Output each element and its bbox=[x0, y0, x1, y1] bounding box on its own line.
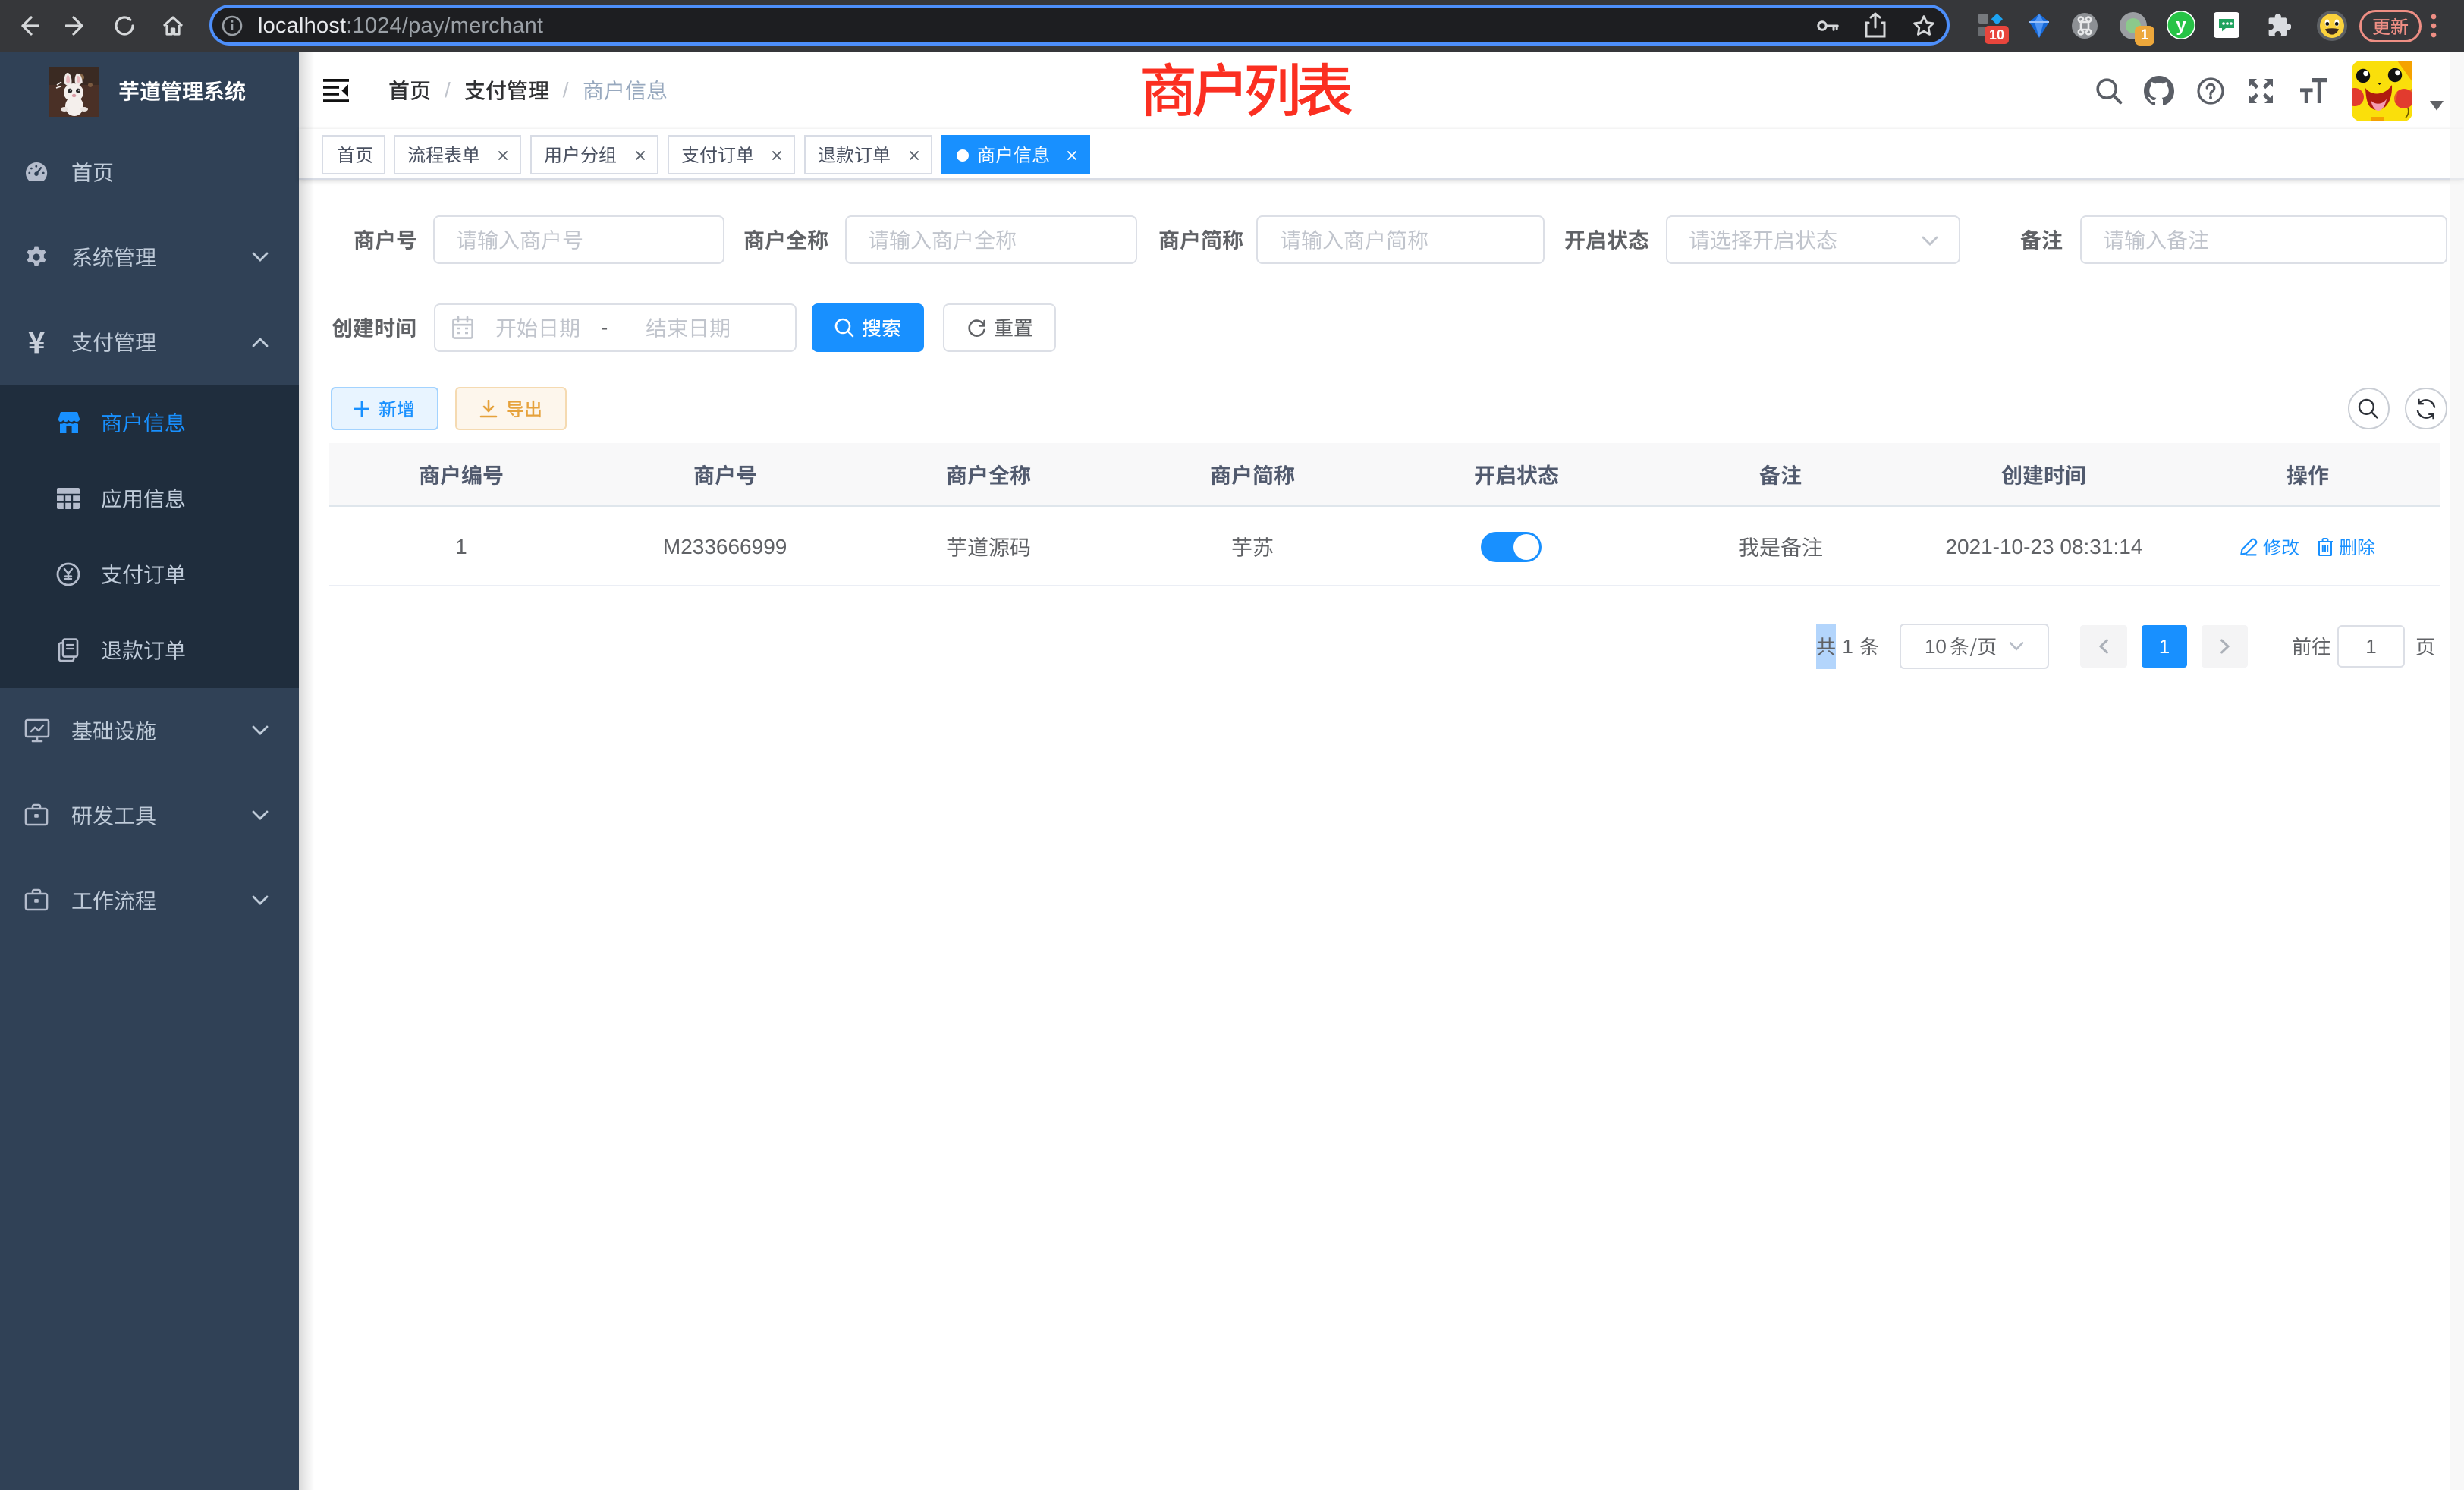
svg-text:y: y bbox=[2176, 15, 2186, 36]
